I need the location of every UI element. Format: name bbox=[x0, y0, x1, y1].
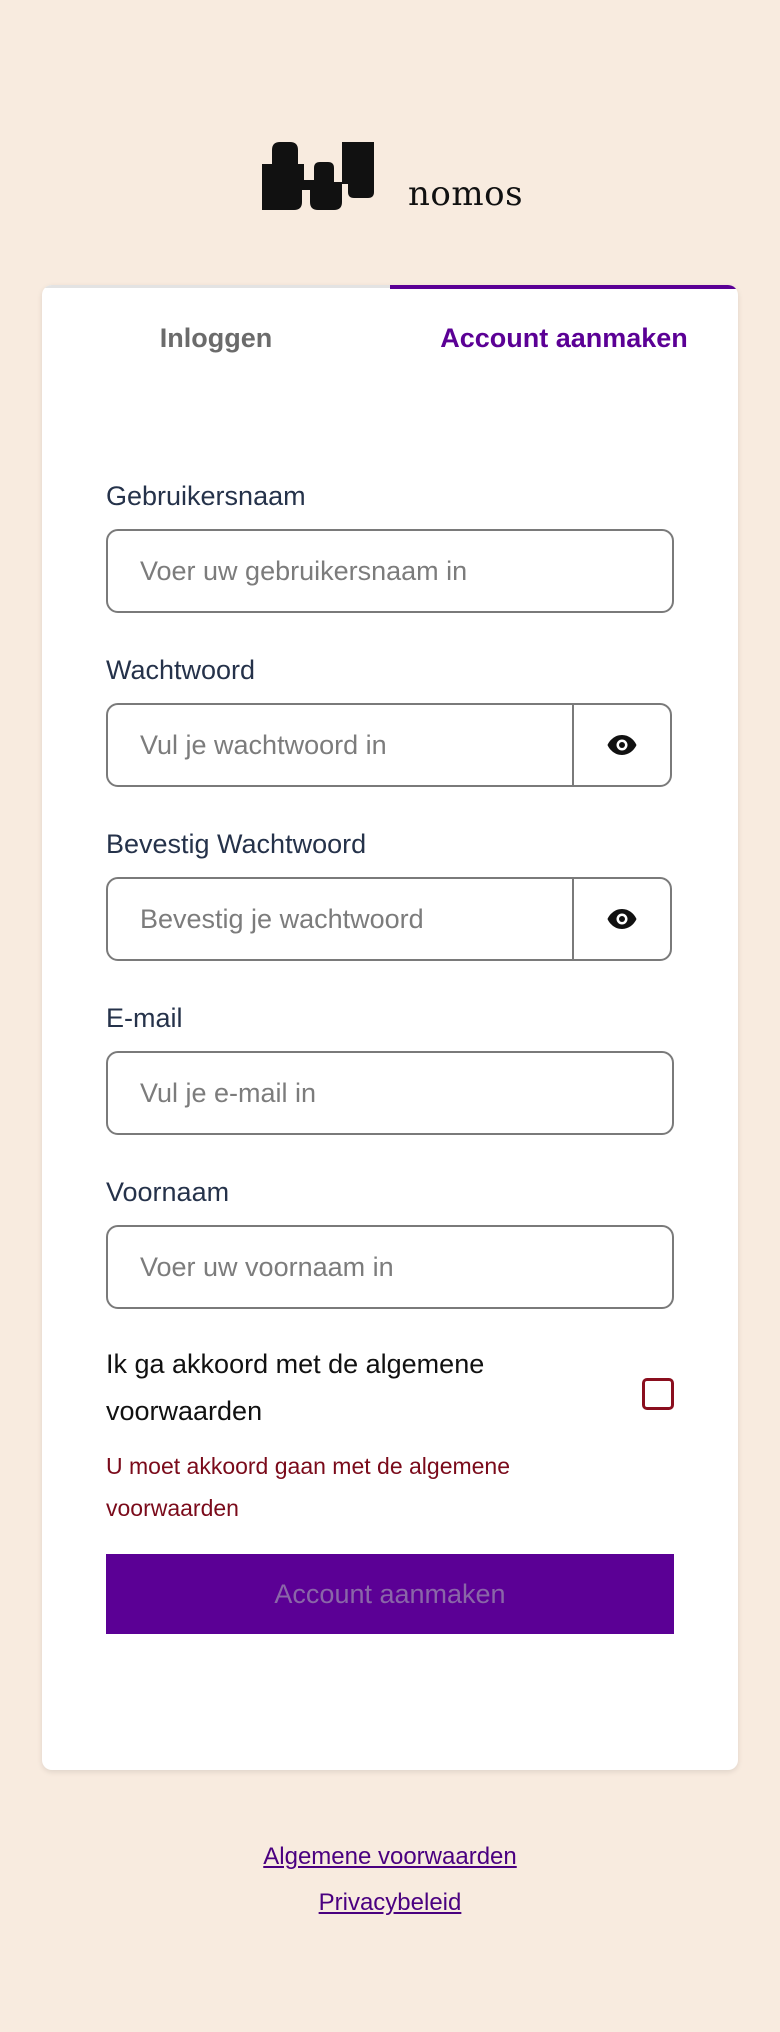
brand-logo: nomos bbox=[262, 142, 523, 214]
eye-icon bbox=[607, 909, 637, 929]
toggle-password-visibility-button[interactable] bbox=[572, 703, 672, 787]
brand-name: nomos bbox=[408, 174, 524, 214]
confirm-password-row bbox=[106, 877, 674, 961]
confirm-password-group: Bevestig Wachtwoord bbox=[106, 827, 674, 961]
terms-error-message: U moet akkoord gaan met de algemene voor… bbox=[106, 1453, 511, 1521]
auth-tabs: Inloggen Account aanmaken bbox=[42, 285, 738, 365]
password-group: Wachtwoord bbox=[106, 653, 674, 787]
password-input[interactable] bbox=[106, 703, 574, 787]
username-input[interactable] bbox=[106, 529, 674, 613]
email-group: E-mail bbox=[106, 1001, 674, 1135]
first-name-group: Voornaam bbox=[106, 1175, 674, 1309]
username-label: Gebruikersnaam bbox=[106, 481, 306, 511]
password-label: Wachtwoord bbox=[106, 655, 256, 685]
privacy-policy-link[interactable]: Privacybeleid bbox=[0, 1880, 780, 1926]
password-row bbox=[106, 703, 674, 787]
eye-icon bbox=[607, 735, 637, 755]
auth-card: Inloggen Account aanmaken Gebruikersnaam… bbox=[42, 285, 738, 1770]
first-name-input[interactable] bbox=[106, 1225, 674, 1309]
footer-links: Algemene voorwaarden Privacybeleid bbox=[0, 1834, 780, 1926]
register-form: Gebruikersnaam Wachtwoord Bevestig Wacht… bbox=[106, 479, 674, 1634]
toggle-confirm-password-visibility-button[interactable] bbox=[572, 877, 672, 961]
confirm-password-input[interactable] bbox=[106, 877, 574, 961]
tab-login[interactable]: Inloggen bbox=[42, 285, 390, 365]
terms-row: Ik ga akkoord met de algemene voorwaarde… bbox=[106, 1341, 674, 1441]
first-name-label: Voornaam bbox=[106, 1177, 230, 1207]
username-group: Gebruikersnaam bbox=[106, 479, 674, 613]
confirm-password-label: Bevestig Wachtwoord bbox=[106, 829, 367, 859]
terms-link[interactable]: Algemene voorwaarden bbox=[0, 1834, 780, 1880]
email-input[interactable] bbox=[106, 1051, 674, 1135]
terms-label: Ik ga akkoord met de algemene voorwaarde… bbox=[106, 1349, 485, 1426]
email-label: E-mail bbox=[106, 1003, 183, 1033]
tab-create-account[interactable]: Account aanmaken bbox=[390, 285, 738, 365]
nomos-wave-logo-icon bbox=[262, 142, 374, 210]
create-account-button[interactable]: Account aanmaken bbox=[106, 1554, 674, 1634]
terms-checkbox[interactable] bbox=[642, 1378, 674, 1410]
